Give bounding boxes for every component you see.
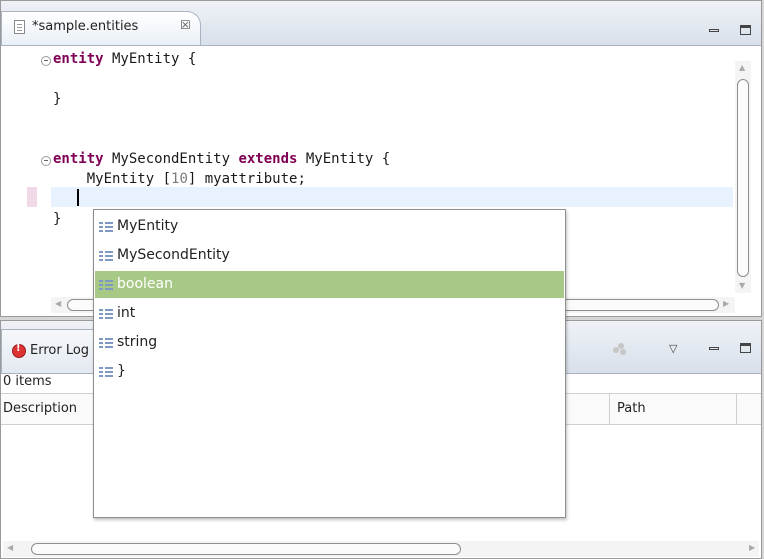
content-assist-popup[interactable]: MyEntity MySecondEntity boolean int string} [93, 209, 566, 518]
proposal-label: MyEntity [117, 218, 179, 234]
error-log-tab-label: Error Log [30, 343, 90, 358]
code-line-1: entity MyEntity { [53, 49, 196, 69]
keyword: extends [238, 151, 298, 167]
code-text: } [53, 91, 62, 107]
fold-collapse-icon[interactable] [41, 156, 51, 166]
error-log-item-count: 0 items [3, 374, 52, 389]
maximize-icon[interactable] [739, 23, 753, 37]
proposal-icon [99, 280, 113, 290]
code-line-8: } [53, 209, 61, 229]
scroll-left-icon[interactable]: ◀ [55, 299, 61, 308]
keyword: entity [53, 51, 104, 67]
proposal-icon [99, 338, 113, 348]
code-text: ] myattribute; [187, 171, 306, 187]
scroll-right-icon[interactable]: ▶ [749, 543, 755, 552]
code-text: MyEntity [ [53, 171, 172, 187]
document-icon [14, 20, 25, 34]
minimize-icon[interactable] [707, 341, 721, 355]
code-text: MyEntity { [297, 151, 391, 167]
proposal-icon [99, 309, 113, 319]
editor-tab[interactable]: *sample.entities ☒ [1, 11, 201, 45]
proposal-icon [99, 367, 113, 377]
column-divider[interactable] [609, 394, 610, 424]
code-line-6: MyEntity [10] myattribute; [53, 169, 306, 189]
proposal-icon [99, 251, 113, 261]
editor-tab-title: *sample.entities [32, 19, 139, 34]
column-divider[interactable] [736, 394, 737, 424]
gear-icon[interactable] [613, 343, 627, 355]
proposal-item[interactable]: int [95, 300, 564, 327]
proposal-item[interactable]: MyEntity [95, 213, 564, 240]
close-icon[interactable]: ☒ [180, 18, 191, 32]
proposal-icon [99, 222, 113, 232]
proposal-label: string [117, 334, 158, 350]
editor-vertical-scroll-thumb[interactable] [737, 79, 749, 277]
error-log-icon [12, 343, 26, 358]
code-line-5: entity MySecondEntity extends MyEntity { [53, 149, 390, 169]
proposal-item[interactable]: boolean [95, 271, 564, 298]
scroll-right-icon[interactable]: ▶ [723, 299, 729, 308]
column-header-description[interactable]: Description [3, 401, 77, 416]
scroll-up-icon[interactable]: ▲ [739, 63, 745, 72]
code-number: 10 [171, 171, 188, 187]
proposal-label: MySecondEntity [117, 247, 230, 263]
view-menu-icon[interactable]: ▽ [669, 342, 677, 355]
scroll-down-icon[interactable]: ▼ [739, 281, 745, 290]
maximize-icon[interactable] [739, 341, 753, 355]
code-text: MySecondEntity [103, 151, 239, 167]
scroll-left-icon[interactable]: ◀ [7, 543, 13, 552]
column-header-path[interactable]: Path [617, 401, 646, 416]
keyword: entity [53, 151, 104, 167]
error-log-horizontal-scroll-thumb[interactable] [31, 543, 461, 555]
fold-collapse-icon[interactable] [41, 56, 51, 66]
proposal-label: int [117, 305, 136, 321]
text-caret [77, 189, 79, 206]
proposal-label: boolean [117, 276, 173, 292]
code-text: MyEntity { [103, 51, 197, 67]
proposal-label: } [117, 363, 126, 379]
code-text: } [53, 211, 62, 227]
proposal-item[interactable]: } [95, 358, 564, 385]
proposal-item[interactable]: MySecondEntity [95, 242, 564, 269]
proposal-item[interactable]: string [95, 329, 564, 356]
code-line-3: } [53, 89, 61, 109]
editor-tab-bar: *sample.entities ☒ [1, 1, 761, 46]
minimize-icon[interactable] [707, 23, 721, 37]
